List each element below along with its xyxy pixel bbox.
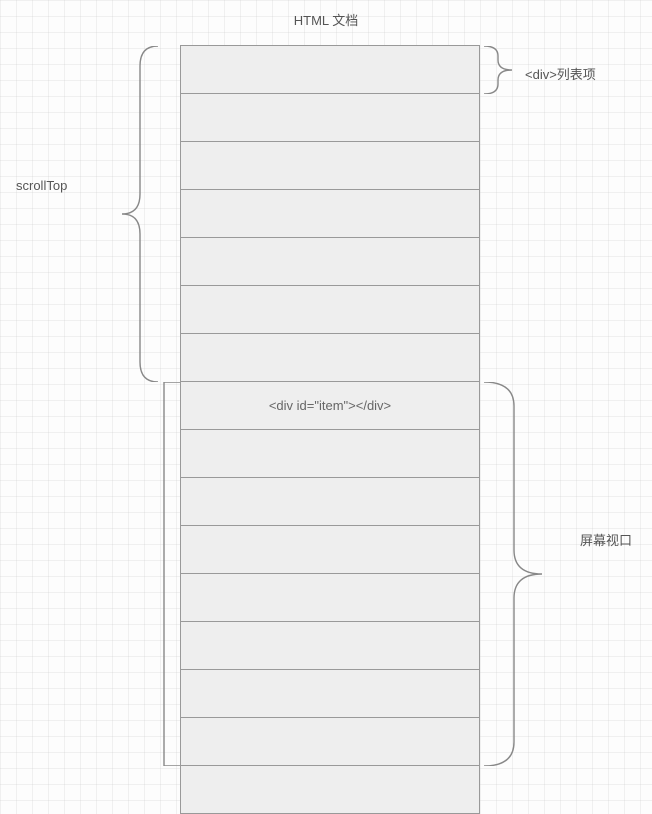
list-item: [181, 142, 479, 190]
list-item: [181, 430, 479, 478]
label-viewport: 屏幕视口: [580, 530, 632, 549]
brace-viewport: [484, 382, 544, 766]
list-item: [181, 286, 479, 334]
list-item: [181, 94, 479, 142]
brace-scrolltop: [118, 46, 158, 382]
list-item: [181, 238, 479, 286]
label-listitem: <div>列表项: [525, 64, 596, 83]
list-item: [181, 478, 479, 526]
page-title: HTML 文档: [0, 10, 652, 29]
list-item: [181, 670, 479, 718]
list-container: <div id="item"></div>: [180, 45, 480, 814]
list-item: [181, 334, 479, 382]
list-item: [181, 622, 479, 670]
list-item: [181, 190, 479, 238]
list-item-with-id: <div id="item"></div>: [181, 382, 479, 430]
diagram-canvas: HTML 文档 <div id="item"></div> scrollTop …: [0, 0, 652, 802]
list-item: [181, 526, 479, 574]
list-item: [181, 46, 479, 94]
brace-listitem: [484, 46, 514, 94]
bracket-viewport-left: [160, 382, 180, 766]
label-scrolltop: scrollTop: [16, 178, 67, 193]
list-item: [181, 574, 479, 622]
list-item: [181, 766, 479, 814]
list-item: [181, 718, 479, 766]
